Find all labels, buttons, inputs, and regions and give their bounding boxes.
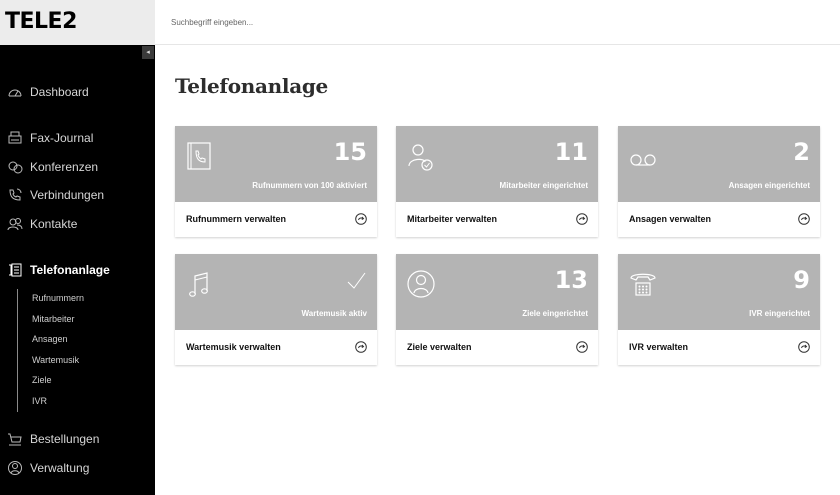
search-input[interactable] [171, 13, 671, 31]
sidebar-item-label: Konferenzen [30, 160, 99, 174]
sidebar-item-label: Dashboard [30, 85, 89, 99]
conference-icon [8, 161, 23, 174]
checkmark-icon [347, 272, 366, 289]
telefonanlage-subnav: Rufnummern Mitarbeiter Ansagen Wartemusi… [17, 289, 84, 412]
sidebar-item-label: Fax-Journal [30, 131, 94, 145]
user-check-icon [408, 144, 433, 171]
card-action-label[interactable]: Wartemusik verwalten [186, 342, 281, 352]
card-count: 15 [333, 138, 367, 166]
card-footer[interactable]: Wartemusik verwalten [175, 330, 377, 365]
phonebook-icon [187, 142, 211, 170]
sidebar: TELE2 ◂ Dashboard Fax-Journal Konferenze… [0, 0, 155, 495]
collapse-sidebar-button[interactable]: ◂ [142, 46, 154, 59]
circle-arrow-icon[interactable] [576, 341, 588, 353]
card-footer[interactable]: IVR verwalten [618, 330, 820, 365]
sidebar-item-label: Verbindungen [30, 188, 105, 202]
card-description: Wartemusik aktiv [301, 309, 367, 318]
circle-arrow-icon[interactable] [798, 213, 810, 225]
music-note-icon [189, 272, 208, 297]
card-description: Mitarbeiter eingerichtet [499, 181, 588, 190]
top-header [155, 0, 840, 45]
sidebar-item-label: Kontakte [30, 217, 78, 231]
sidebar-item-label: Telefonanlage [30, 263, 110, 277]
card-count: 2 [793, 138, 810, 166]
card-action-label[interactable]: Ziele verwalten [407, 342, 472, 352]
circle-arrow-icon[interactable] [798, 341, 810, 353]
card-stats: 15 Rufnummern von 100 aktiviert [175, 126, 377, 202]
gauge-icon [8, 89, 22, 97]
page-title: Telefonanlage [175, 74, 328, 98]
phone-system-icon [9, 263, 22, 277]
card-ziele[interactable]: 13 Ziele eingerichtet Ziele verwalten [396, 254, 598, 365]
card-ansagen[interactable]: 2 Ansagen eingerichtet Ansagen verwalten [618, 126, 820, 237]
card-action-label[interactable]: Mitarbeiter verwalten [407, 214, 497, 224]
subnav-item-wartemusik[interactable]: Wartemusik [32, 355, 79, 365]
tele2-logo[interactable]: TELE2 [5, 9, 77, 34]
user-circle-icon [407, 270, 435, 298]
card-stats: Wartemusik aktiv [175, 254, 377, 330]
card-description: Ansagen eingerichtet [728, 181, 810, 190]
sidebar-item-verbindungen[interactable]: Verbindungen [0, 184, 155, 206]
card-footer[interactable]: Mitarbeiter verwalten [396, 202, 598, 237]
subnav-item-rufnummern[interactable]: Rufnummern [32, 293, 84, 303]
sidebar-item-dashboard[interactable]: Dashboard [0, 81, 155, 103]
sidebar-item-label: Verwaltung [30, 461, 90, 475]
fax-icon [8, 131, 22, 144]
admin-icon [8, 461, 22, 475]
sidebar-item-konferenzen[interactable]: Konferenzen [0, 156, 155, 178]
card-description: Rufnummern von 100 aktiviert [252, 181, 367, 190]
card-count: 9 [793, 266, 810, 294]
card-wartemusik[interactable]: Wartemusik aktiv Wartemusik verwalten [175, 254, 377, 365]
phone-call-icon [9, 188, 22, 201]
card-stats: 13 Ziele eingerichtet [396, 254, 598, 330]
card-rufnummern[interactable]: 15 Rufnummern von 100 aktiviert Rufnumme… [175, 126, 377, 237]
sidebar-item-label: Bestellungen [30, 432, 100, 446]
card-action-label[interactable]: Rufnummern verwalten [186, 214, 286, 224]
subnav-item-ivr[interactable]: IVR [32, 396, 47, 406]
sidebar-item-kontakte[interactable]: Kontakte [0, 213, 155, 235]
card-description: IVR eingerichtet [749, 309, 810, 318]
card-footer[interactable]: Rufnummern verwalten [175, 202, 377, 237]
voicemail-icon [630, 154, 656, 166]
subnav-item-ziele[interactable]: Ziele [32, 375, 52, 385]
circle-arrow-icon[interactable] [355, 213, 367, 225]
desk-phone-icon [630, 273, 656, 296]
card-stats: 9 IVR eingerichtet [618, 254, 820, 330]
card-footer[interactable]: Ansagen verwalten [618, 202, 820, 237]
sidebar-item-verwaltung[interactable]: Verwaltung [0, 457, 155, 479]
card-stats: 2 Ansagen eingerichtet [618, 126, 820, 202]
circle-arrow-icon[interactable] [576, 213, 588, 225]
card-mitarbeiter[interactable]: 11 Mitarbeiter eingerichtet Mitarbeiter … [396, 126, 598, 237]
subnav-item-ansagen[interactable]: Ansagen [32, 334, 68, 344]
sidebar-item-fax-journal[interactable]: Fax-Journal [0, 127, 155, 149]
subnav-item-mitarbeiter[interactable]: Mitarbeiter [32, 314, 75, 324]
contacts-icon [7, 218, 23, 231]
card-action-label[interactable]: IVR verwalten [629, 342, 688, 352]
logo-area: TELE2 [0, 0, 155, 45]
circle-arrow-icon[interactable] [355, 341, 367, 353]
sidebar-item-telefonanlage[interactable]: Telefonanlage [0, 259, 155, 281]
card-count: 13 [554, 266, 588, 294]
cart-icon [8, 433, 22, 446]
sidebar-item-bestellungen[interactable]: Bestellungen [0, 428, 155, 450]
card-description: Ziele eingerichtet [522, 309, 588, 318]
card-ivr[interactable]: 9 IVR eingerichtet IVR verwalten [618, 254, 820, 365]
card-action-label[interactable]: Ansagen verwalten [629, 214, 711, 224]
card-count: 11 [554, 138, 588, 166]
card-footer[interactable]: Ziele verwalten [396, 330, 598, 365]
card-stats: 11 Mitarbeiter eingerichtet [396, 126, 598, 202]
